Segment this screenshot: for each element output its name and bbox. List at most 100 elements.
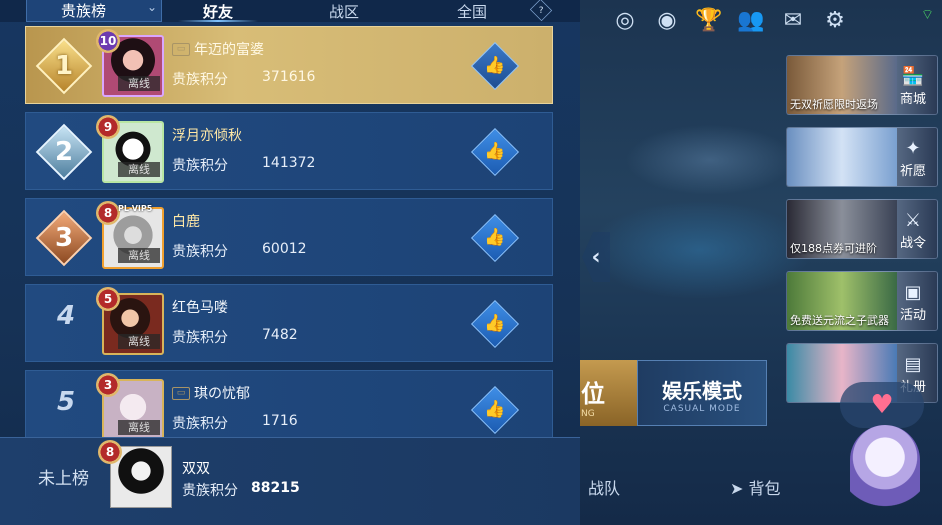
- score-line: 贵族积分 60012: [172, 241, 307, 261]
- my-score-value: 88215: [251, 480, 300, 496]
- avatar[interactable]: 离线 9: [96, 115, 168, 187]
- tab-national[interactable]: 全国: [422, 0, 522, 22]
- avatar[interactable]: 离线 3: [96, 373, 168, 445]
- card-icon: ▭: [172, 42, 190, 56]
- chevron-down-icon: ⌄: [146, 0, 157, 14]
- tab-friends[interactable]: 好友: [168, 0, 268, 22]
- score-value: 60012: [262, 241, 307, 257]
- player-name: 白鹿: [172, 214, 200, 230]
- side-item-caption: 仅188点券可进阶: [790, 242, 877, 255]
- settings-gear-icon[interactable]: ⚙: [818, 3, 852, 37]
- ranked-mode-sub: NG: [581, 409, 595, 419]
- bag-label: 背包: [748, 479, 781, 498]
- rank-number: 2: [54, 137, 74, 167]
- player-name: 红色马喽: [172, 300, 228, 316]
- offline-badge: 离线: [118, 248, 160, 263]
- rank-type-label: 贵族榜: [61, 2, 107, 20]
- score-label: 贵族积分: [172, 330, 228, 346]
- side-item-label: 祈愿: [899, 164, 926, 179]
- event-icon: ▣: [904, 282, 922, 303]
- like-button[interactable]: 👍: [470, 213, 520, 263]
- like-button[interactable]: 👍: [470, 299, 520, 349]
- thumbs-up-icon: 👍: [484, 399, 506, 420]
- nobility-ranking-panel: 贵族榜 ⌄ 好友 战区 全国 ? 1 离线 10 ▭ 年迈的富婆 贵族积分 37…: [0, 0, 580, 525]
- radar-icon[interactable]: ◎: [608, 3, 642, 37]
- like-button[interactable]: 👍: [470, 41, 520, 91]
- wifi-icon: ⌔: [920, 7, 934, 23]
- score-line: 贵族积分 371616: [172, 69, 315, 89]
- score-label: 贵族积分: [172, 244, 228, 260]
- shop-icon: 🏪: [901, 66, 925, 87]
- help-icon[interactable]: ?: [529, 0, 553, 22]
- side-item-label: 活动: [899, 308, 926, 323]
- player-name-line: 白鹿: [172, 211, 200, 231]
- like-button[interactable]: 👍: [470, 385, 520, 435]
- wish-icon: ✦: [905, 138, 921, 159]
- ranking-row[interactable]: 3 离线 8 PL-VIP5 白鹿 贵族积分 60012 👍: [25, 198, 553, 276]
- rank-number: 4: [56, 301, 76, 331]
- nobility-level-badge: 8: [98, 440, 122, 464]
- mail-icon[interactable]: ✉: [776, 3, 810, 37]
- thumbs-up-icon: 👍: [484, 227, 506, 248]
- rank-number: 1: [54, 51, 74, 81]
- score-label: 贵族积分: [172, 72, 228, 88]
- thumbs-up-icon: 👍: [484, 55, 506, 76]
- rank-type-dropdown[interactable]: 贵族榜 ⌄: [26, 0, 162, 22]
- side-item-wish[interactable]: ✦ 祈愿: [786, 127, 938, 187]
- side-item-shop[interactable]: 无双祈愿限时返场 🏪 商城: [786, 55, 938, 115]
- banner-art: [787, 128, 897, 186]
- friends-icon[interactable]: 👥: [734, 3, 768, 37]
- rank-number: 5: [56, 387, 76, 417]
- tab-bar: 贵族榜 ⌄ 好友 战区 全国 ?: [0, 0, 580, 22]
- side-item-caption: 无双祈愿限时返场: [790, 98, 878, 111]
- offline-badge: 离线: [118, 334, 160, 349]
- casual-mode-button[interactable]: 娱乐模式 CASUAL MODE: [637, 360, 767, 426]
- battle-pass-icon: ⚔: [904, 210, 922, 231]
- casual-mode-sub: CASUAL MODE: [663, 404, 741, 414]
- score-value: 7482: [262, 327, 298, 343]
- score-line: 贵族积分 7482: [172, 327, 298, 347]
- rank-badge-silver: 2: [35, 123, 93, 181]
- nobility-level-badge: 8: [96, 201, 120, 225]
- my-player-name: 双双: [182, 461, 210, 477]
- offline-badge: 离线: [118, 420, 160, 435]
- team-button[interactable]: 战队: [588, 475, 620, 499]
- side-item-action: 🏪 商城: [893, 66, 933, 107]
- ranked-mode-button[interactable]: 位 NG: [575, 360, 637, 426]
- vip-tag: PL-VIP5: [118, 204, 153, 213]
- heart-icon[interactable]: ♥: [840, 382, 924, 428]
- my-ranking-row: 未上榜 8 双双 贵族积分 88215: [0, 437, 580, 525]
- trophy-icon[interactable]: 🏆: [692, 3, 726, 37]
- ranking-row[interactable]: 4 离线 5 红色马喽 贵族积分 7482 👍: [25, 284, 553, 362]
- gift-book-icon: ▤: [904, 354, 922, 375]
- rank-badge-gold: 1: [35, 37, 93, 95]
- side-item-battle-pass[interactable]: 仅188点券可进阶 ⚔ 战令: [786, 199, 938, 259]
- my-avatar[interactable]: 8: [98, 440, 174, 512]
- offline-badge: 离线: [118, 162, 160, 177]
- avatar[interactable]: 离线 8 PL-VIP5: [96, 201, 168, 273]
- score-value: 141372: [262, 155, 316, 171]
- rank-number: 3: [54, 223, 74, 253]
- eye-icon[interactable]: ◉: [650, 3, 684, 37]
- side-item-event[interactable]: 免费送元流之子武器 ▣ 活动: [786, 271, 938, 331]
- tab-zone[interactable]: 战区: [294, 0, 394, 22]
- ranked-mode-label: 位: [581, 380, 605, 408]
- avatar[interactable]: 离线 5: [96, 287, 168, 359]
- avatar[interactable]: 离线 10: [96, 29, 168, 101]
- side-item-action: ▣ 活动: [893, 282, 933, 323]
- nobility-level-badge: 5: [96, 287, 120, 311]
- ranking-row[interactable]: 1 离线 10 ▭ 年迈的富婆 贵族积分 371616 👍: [25, 26, 553, 104]
- bag-button[interactable]: ➤ 背包: [730, 475, 781, 499]
- nobility-level-badge: 10: [96, 29, 120, 53]
- like-button[interactable]: 👍: [470, 127, 520, 177]
- side-menu: 无双祈愿限时返场 🏪 商城 ✦ 祈愿 仅188点券可进阶 ⚔ 战令 免费送元流之…: [786, 55, 938, 415]
- side-item-label: 战令: [899, 236, 926, 251]
- offline-badge: 离线: [118, 76, 160, 91]
- player-name: 浮月亦倾秋: [172, 128, 242, 144]
- player-name: 琪の忧郁: [194, 386, 250, 402]
- card-icon: ▭: [172, 386, 190, 400]
- ranking-row[interactable]: 2 离线 9 浮月亦倾秋 贵族积分 141372 👍: [25, 112, 553, 190]
- thumbs-up-icon: 👍: [484, 313, 506, 334]
- rank-badge-bronze: 3: [35, 209, 93, 267]
- score-label: 贵族积分: [172, 158, 228, 174]
